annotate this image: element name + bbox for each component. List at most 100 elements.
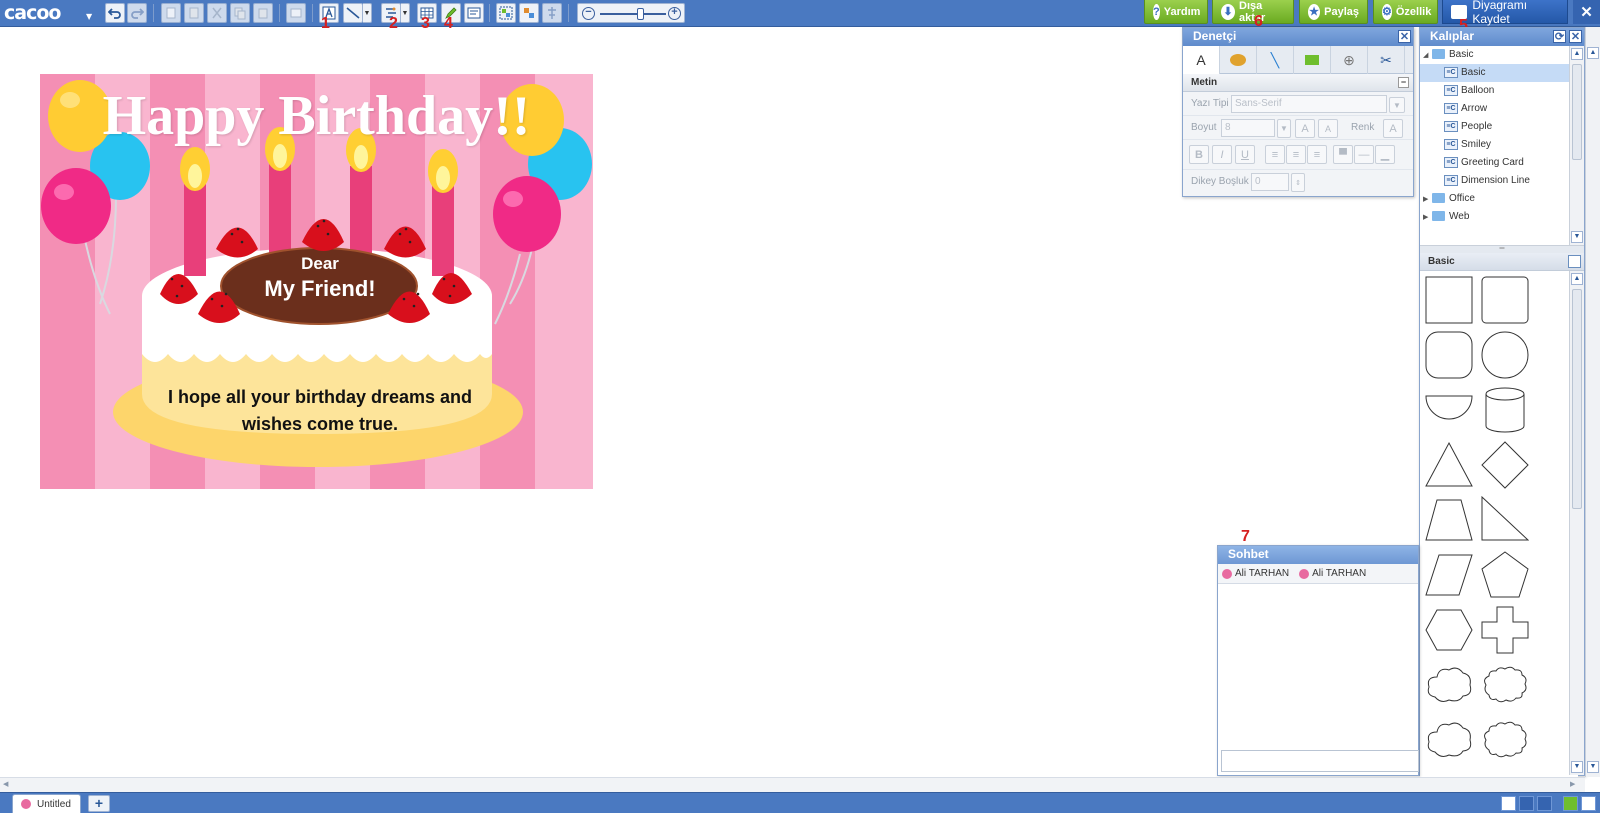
scroll-left-icon[interactable]: ◀ [3, 780, 13, 791]
shape-hexagon[interactable] [1425, 606, 1473, 654]
copy-button[interactable] [230, 3, 250, 23]
tree-item-smiley[interactable]: ≡C Smiley [1420, 136, 1578, 154]
paste-button[interactable] [184, 3, 204, 23]
shape-cloud-flat[interactable] [1481, 716, 1529, 764]
spacing-input[interactable]: 0 [1251, 173, 1289, 191]
shape-semicircle[interactable] [1425, 386, 1473, 434]
properties-button[interactable]: ⚙ Özellik [1373, 0, 1438, 24]
page-tab-untitled[interactable]: Untitled [12, 794, 81, 813]
scroll-down-icon[interactable]: ▼ [1571, 231, 1583, 243]
tree-item-arrow[interactable]: ≡C Arrow [1420, 100, 1578, 118]
font-dropdown-chevron-icon[interactable]: ▼ [1389, 97, 1405, 113]
scroll-down-icon[interactable]: ▼ [1571, 761, 1583, 773]
card-dear-text[interactable]: Dear [220, 254, 420, 274]
chat-header[interactable]: Sohbet [1218, 546, 1418, 564]
list-view-icon[interactable] [1501, 796, 1516, 811]
scroll-thumb[interactable] [1572, 289, 1582, 509]
bold-button[interactable]: B [1189, 145, 1209, 164]
shape-diamond[interactable] [1481, 441, 1529, 489]
export-button[interactable]: ⬇ Dışa aktar [1212, 0, 1294, 24]
cacoo-logo[interactable]: cacoo ▼ [4, 2, 92, 24]
share-button[interactable]: ★ Paylaş [1299, 0, 1368, 24]
inspector-close-icon[interactable]: ✕ [1398, 30, 1411, 43]
shape-cloud-bumpy[interactable] [1481, 661, 1529, 709]
card-message-line1[interactable]: I hope all your birthday dreams and [130, 387, 510, 408]
stencil-dropdown[interactable]: ▼ [401, 3, 410, 23]
shape-pentagon[interactable] [1481, 551, 1529, 599]
zoom-out-icon[interactable]: − [582, 7, 595, 20]
tree-scrollbar[interactable]: ▲ ▼ [1569, 46, 1584, 245]
connector-dropdown[interactable]: ▼ [363, 3, 372, 23]
valign-middle-icon[interactable]: ― [1354, 145, 1374, 164]
align-left-icon[interactable]: ≡ [1265, 145, 1285, 164]
tree-item-greeting-card[interactable]: ≡C Greeting Card [1420, 154, 1578, 172]
font-shrink-icon[interactable]: A [1318, 119, 1338, 138]
paste-format-button[interactable] [253, 3, 273, 23]
panel-resize-handle[interactable]: ═ [1420, 245, 1584, 253]
text-color-icon[interactable]: A [1383, 119, 1403, 138]
tab-text[interactable]: A [1183, 46, 1220, 74]
shape-rounded-rectangle[interactable] [1481, 276, 1529, 324]
shape-cloud[interactable] [1425, 661, 1473, 709]
ungroup-button[interactable] [519, 3, 539, 23]
close-editor-button[interactable]: ✕ [1573, 0, 1600, 24]
canvas-horizontal-scrollbar[interactable]: ◀ ▶ [0, 777, 1585, 792]
cut-button[interactable] [207, 3, 227, 23]
tree-item-basic[interactable]: ≡C Basic [1420, 64, 1578, 82]
shape-trapezoid[interactable] [1425, 496, 1473, 544]
font-grow-icon[interactable]: A [1295, 119, 1315, 138]
shapes-section-header[interactable]: Basic [1420, 253, 1584, 271]
text-section-header[interactable]: Metin − [1183, 74, 1413, 92]
shape-parallelogram[interactable] [1425, 551, 1473, 599]
scroll-thumb[interactable] [1572, 64, 1582, 160]
sticky-note-button[interactable] [464, 3, 484, 23]
tree-item-balloon[interactable]: ≡C Balloon [1420, 82, 1578, 100]
card-friend-text[interactable]: My Friend! [210, 276, 430, 302]
help-button[interactable]: ? Yardım [1144, 0, 1208, 24]
shape-circle[interactable] [1481, 331, 1529, 379]
valign-bottom-icon[interactable]: ▁ [1375, 145, 1395, 164]
shape-cylinder[interactable] [1481, 386, 1529, 434]
scroll-up-icon[interactable]: ▲ [1571, 48, 1583, 60]
thumbnail-view-icon[interactable] [1537, 796, 1552, 811]
zoom-track[interactable] [600, 13, 666, 15]
tab-fill[interactable] [1220, 46, 1257, 74]
inspector-header[interactable]: Denetçi ✕ [1183, 28, 1413, 46]
spacing-stepper-icon[interactable]: ⇕ [1291, 173, 1305, 192]
templates-header[interactable]: Kalıplar ⟳ ✕ [1420, 28, 1584, 46]
collapse-icon[interactable]: − [1398, 77, 1409, 88]
zoom-slider[interactable]: − + [577, 3, 685, 23]
new-page-button[interactable] [161, 3, 181, 23]
scroll-up-icon[interactable]: ▲ [1571, 273, 1583, 285]
shape-button[interactable] [286, 3, 306, 23]
tree-item-office-folder[interactable]: ▶ Office [1420, 190, 1578, 208]
settings-icon[interactable] [1581, 796, 1596, 811]
shapes-scrollbar[interactable]: ▲ ▼ [1569, 271, 1584, 775]
templates-close-icon[interactable]: ✕ [1569, 30, 1582, 43]
align-center-icon[interactable]: ≡ [1286, 145, 1306, 164]
italic-button[interactable]: I [1212, 145, 1232, 164]
group-button[interactable] [496, 3, 516, 23]
undo-button[interactable] [105, 3, 125, 23]
tab-shape[interactable] [1294, 46, 1331, 74]
tree-item-dimension-line[interactable]: ≡C Dimension Line [1420, 172, 1578, 190]
tree-item-web-folder[interactable]: ▶ Web [1420, 208, 1578, 226]
tree-item-basic-folder[interactable]: ◢ Basic [1420, 46, 1578, 64]
chat-input[interactable] [1221, 750, 1419, 772]
tab-tools[interactable]: ✂ [1368, 46, 1405, 74]
align-right-icon[interactable]: ≡ [1307, 145, 1327, 164]
tree-item-people[interactable]: ≡C People [1420, 118, 1578, 136]
refresh-icon[interactable]: ⟳ [1553, 30, 1566, 43]
chat-user[interactable]: Ali TARHAN [1222, 568, 1289, 579]
scroll-up-icon[interactable]: ▲ [1587, 47, 1599, 59]
zoom-thumb[interactable] [636, 8, 644, 20]
grid-view-icon[interactable] [1519, 796, 1534, 811]
align-button[interactable] [542, 3, 562, 23]
tab-link[interactable]: ⊕ [1331, 46, 1368, 74]
chat-user[interactable]: Ali TARHAN [1299, 568, 1366, 579]
logo-menu-caret[interactable]: ▼ [86, 12, 92, 21]
birthday-card-diagram[interactable]: Happy Birthday!! Dear My Friend! I hope … [40, 74, 593, 489]
connector-tool-button[interactable] [343, 3, 363, 23]
underline-button[interactable]: U [1235, 145, 1255, 164]
shape-right-triangle[interactable] [1481, 496, 1529, 544]
